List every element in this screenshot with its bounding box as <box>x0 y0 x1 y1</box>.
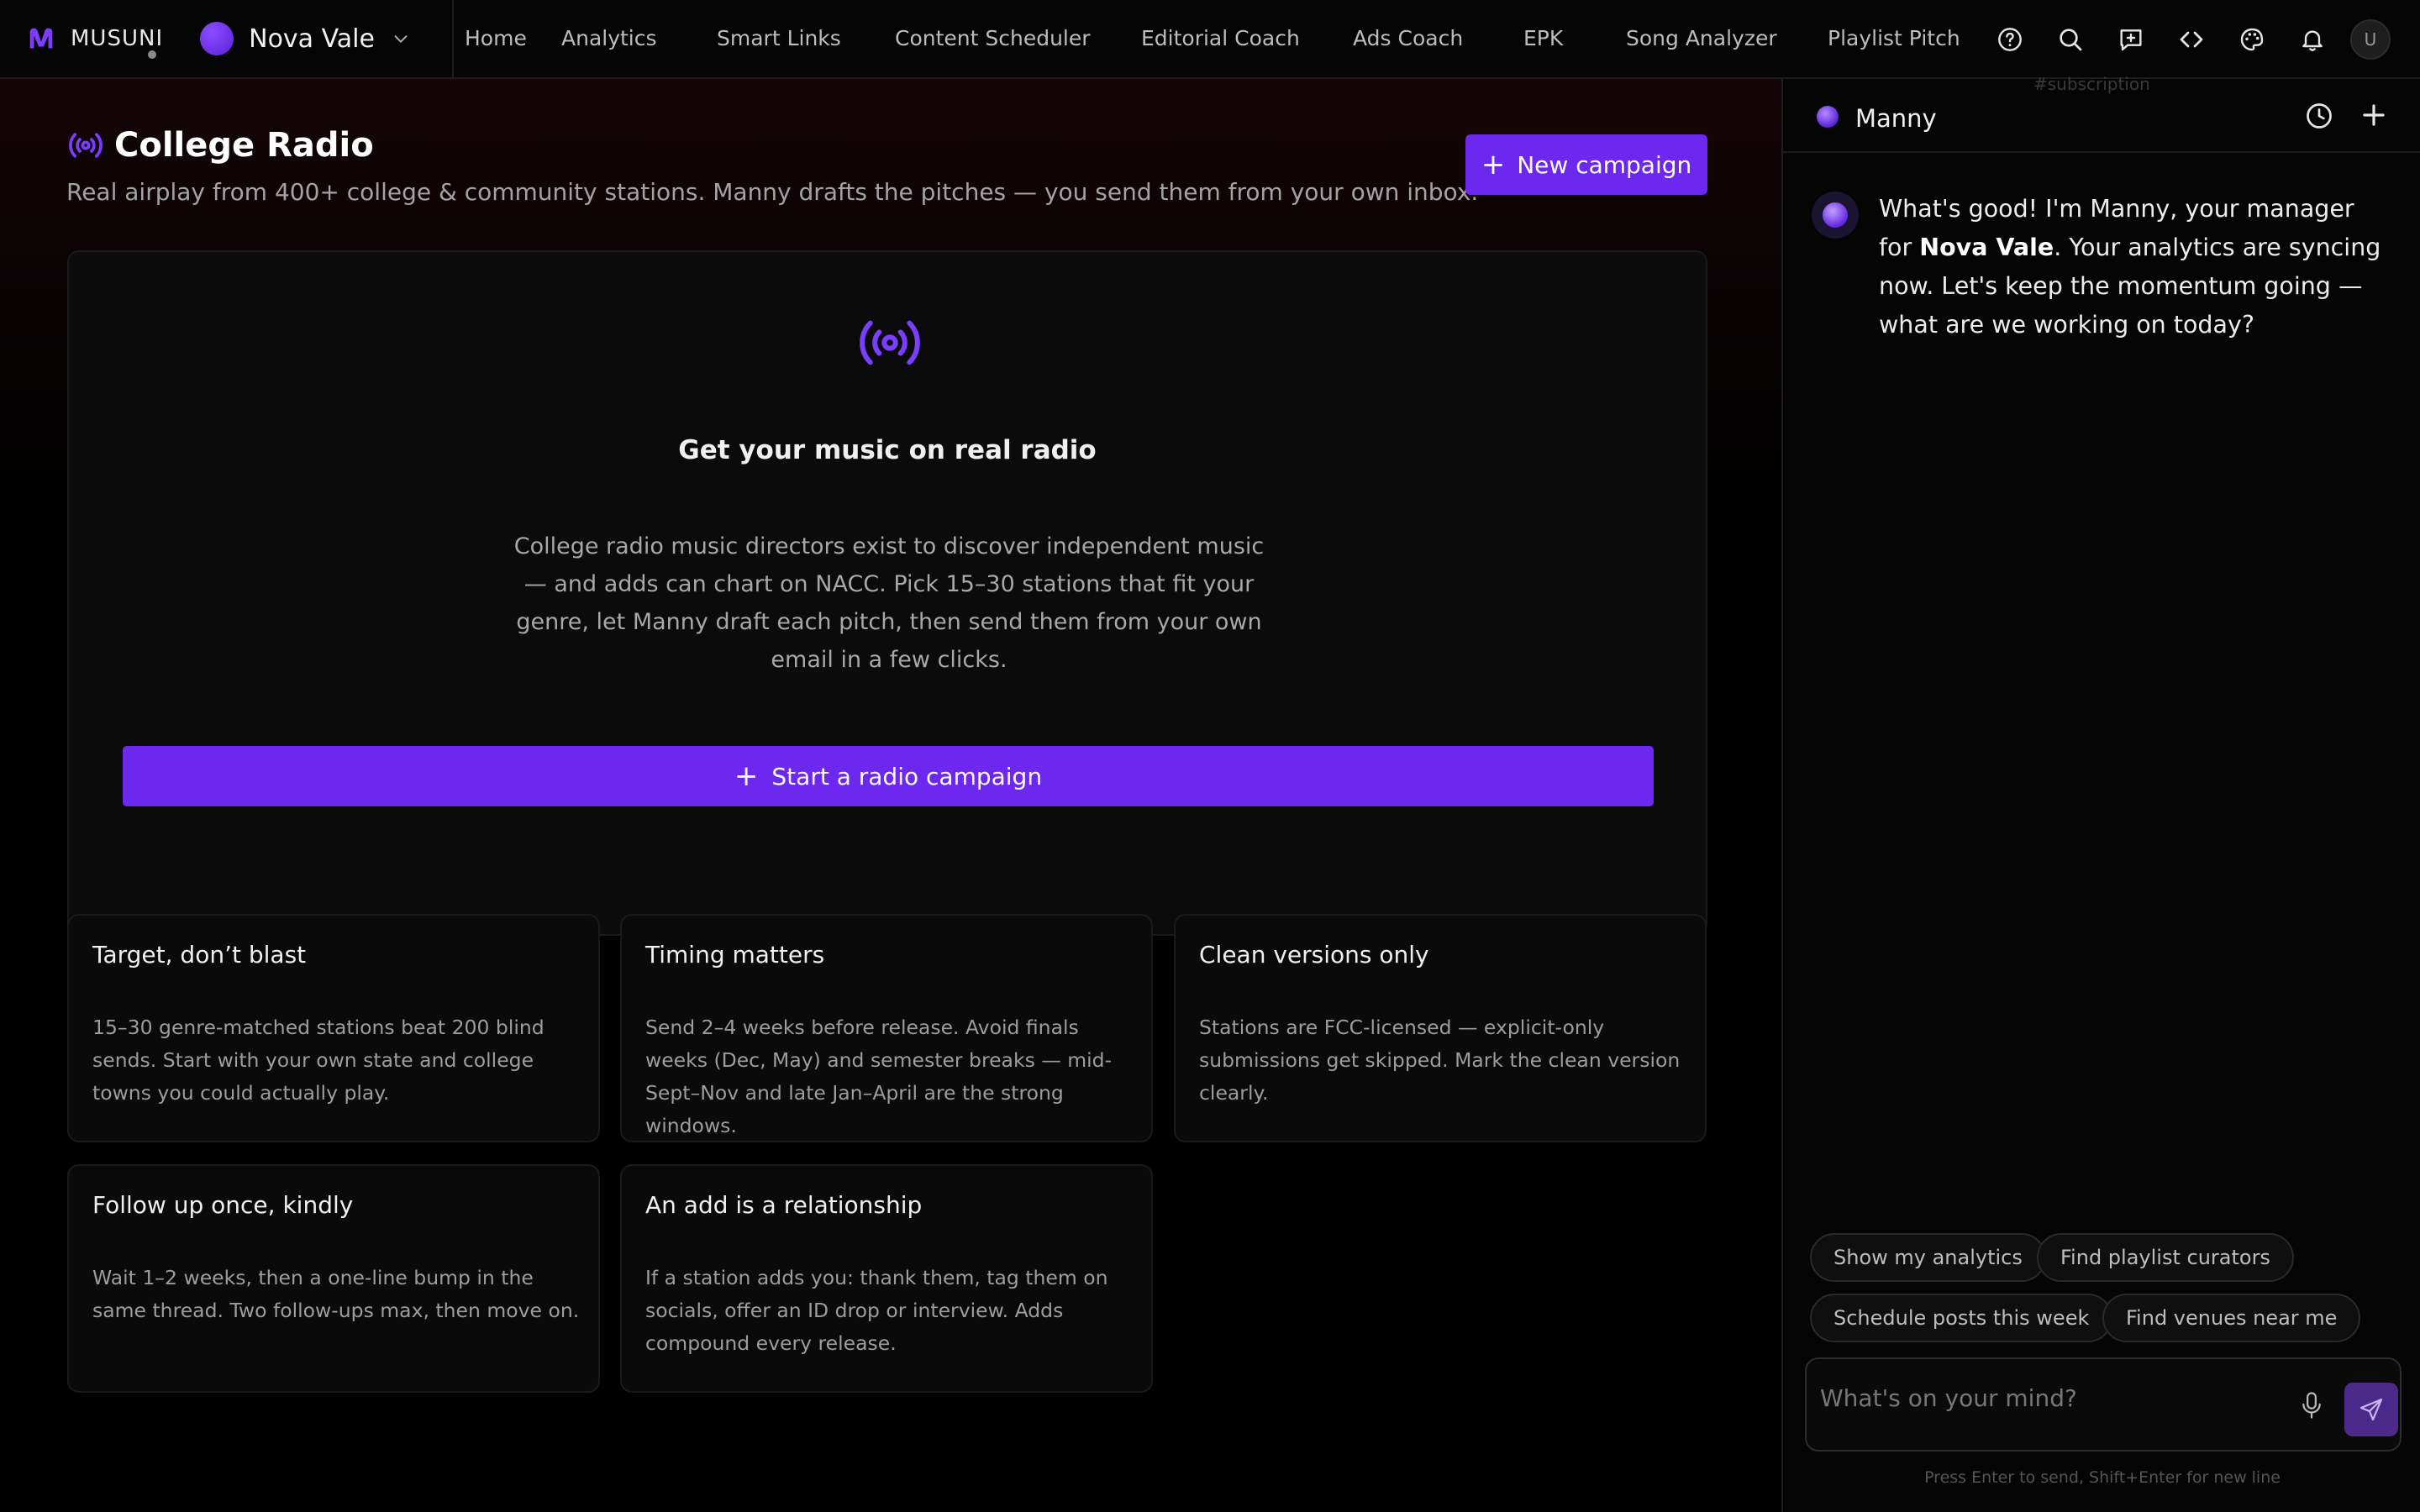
top-nav: MUSUNI Nova Vale Home Analytics Smart Li… <box>0 0 2420 79</box>
palette-icon[interactable] <box>2235 23 2269 56</box>
search-icon[interactable] <box>2054 23 2087 56</box>
message-artist-name: Nova Vale <box>1919 234 2054 261</box>
artist-switcher[interactable]: Nova Vale <box>200 0 454 77</box>
page-subtitle: Real airplay from 400+ college & communi… <box>66 178 1479 206</box>
nav-link-home[interactable]: Home <box>465 26 527 50</box>
hero-title: Get your music on real radio <box>678 435 1097 465</box>
chevron-down-icon <box>394 35 408 43</box>
feedback-icon[interactable] <box>2114 23 2148 56</box>
tip-body: Stations are FCC-licensed — explicit-onl… <box>1199 1016 1681 1105</box>
empty-state-card: Get your music on real radio College rad… <box>67 250 1707 936</box>
main-content: College Radio Real airplay from 400+ col… <box>0 79 1781 1512</box>
ghost-text: #subscription <box>2033 74 2150 94</box>
nav-link-content-scheduler[interactable]: Content Scheduler <box>895 26 1091 50</box>
plus-icon: + <box>734 759 759 793</box>
page-title: College Radio <box>114 126 374 165</box>
new-campaign-label: New campaign <box>1517 150 1692 179</box>
tip-body: Send 2–4 weeks before release. Avoid fin… <box>645 1016 1113 1137</box>
tip-card: An add is a relationship If a station ad… <box>620 1164 1153 1393</box>
input-hint: Press Enter to send, Shift+Enter for new… <box>1924 1468 2281 1487</box>
artist-avatar <box>200 22 234 55</box>
send-button[interactable] <box>2344 1383 2398 1436</box>
tip-body: 15–30 genre-matched stations beat 200 bl… <box>92 1016 544 1105</box>
nav-link-playlist-pitch[interactable]: Playlist Pitch <box>1828 26 1960 50</box>
tip-title: Timing matters <box>645 941 825 969</box>
assistant-message-avatar <box>1812 192 1859 239</box>
start-radio-campaign-button[interactable]: + Start a radio campaign <box>123 746 1654 806</box>
send-icon <box>2360 1398 2383 1421</box>
tip-title: Follow up once, kindly <box>92 1191 354 1219</box>
nav-link-ads-coach[interactable]: Ads Coach <box>1353 26 1463 50</box>
nav-link-song-analyzer[interactable]: Song Analyzer <box>1626 26 1777 50</box>
user-avatar[interactable]: U <box>2350 19 2391 60</box>
assistant-header: #subscription Manny <box>1783 74 2420 153</box>
status-dot <box>148 50 156 59</box>
new-chat-plus-icon[interactable] <box>2358 99 2390 131</box>
brand[interactable]: MUSUNI <box>0 0 163 77</box>
radio-broadcast-icon <box>69 133 103 158</box>
artist-name: Nova Vale <box>249 24 375 54</box>
suggestion-chip[interactable]: Find venues near me <box>2102 1294 2361 1342</box>
tip-body: Wait 1–2 weeks, then a one-line bump in … <box>92 1266 580 1322</box>
tip-card: Follow up once, kindly Wait 1–2 weeks, t… <box>67 1164 600 1393</box>
start-radio-campaign-label: Start a radio campaign <box>771 762 1043 790</box>
tip-card: Target, don’t blast 15–30 genre-matched … <box>67 914 600 1142</box>
assistant-message: What's good! I'm Manny, your manager for… <box>1879 190 2391 344</box>
chat-input[interactable] <box>1820 1381 2274 1415</box>
tip-body: If a station adds you: thank them, tag t… <box>645 1266 1108 1355</box>
plus-icon: + <box>1481 148 1506 181</box>
new-campaign-button[interactable]: + New campaign <box>1465 134 1707 195</box>
assistant-avatar <box>1817 106 1839 128</box>
suggestion-chip[interactable]: Show my analytics <box>1810 1233 2046 1282</box>
tip-card: Clean versions only Stations are FCC-lic… <box>1174 914 1707 1142</box>
history-icon[interactable] <box>2304 101 2334 131</box>
help-icon[interactable] <box>1993 23 2027 56</box>
musuni-logo-icon <box>29 28 53 49</box>
brand-name: MUSUNI <box>71 26 164 51</box>
assistant-panel: #subscription Manny What's good! I'm Man… <box>1781 74 2420 1512</box>
nav-link-editorial-coach[interactable]: Editorial Coach <box>1141 26 1300 50</box>
nav-link-epk[interactable]: EPK <box>1523 26 1563 50</box>
tip-title: Target, don’t blast <box>92 941 307 969</box>
radio-broadcast-icon <box>860 320 920 365</box>
chat-composer <box>1805 1357 2402 1452</box>
suggestion-chip[interactable]: Schedule posts this week <box>1810 1294 2113 1342</box>
assistant-name: Manny <box>1855 104 1937 133</box>
microphone-icon[interactable] <box>2299 1391 2324 1420</box>
tip-title: An add is a relationship <box>645 1191 923 1219</box>
code-icon[interactable] <box>2175 23 2208 56</box>
suggestion-chip[interactable]: Find playlist curators <box>2037 1233 2294 1282</box>
page-header: College Radio <box>67 126 374 165</box>
tip-card: Timing matters Send 2–4 weeks before rel… <box>620 914 1153 1142</box>
hero-description: College radio music directors exist to d… <box>513 533 1265 673</box>
bell-icon[interactable] <box>2296 23 2329 56</box>
nav-link-analytics[interactable]: Analytics <box>561 26 657 50</box>
nav-link-smart-links[interactable]: Smart Links <box>717 26 841 50</box>
tip-title: Clean versions only <box>1199 941 1429 969</box>
